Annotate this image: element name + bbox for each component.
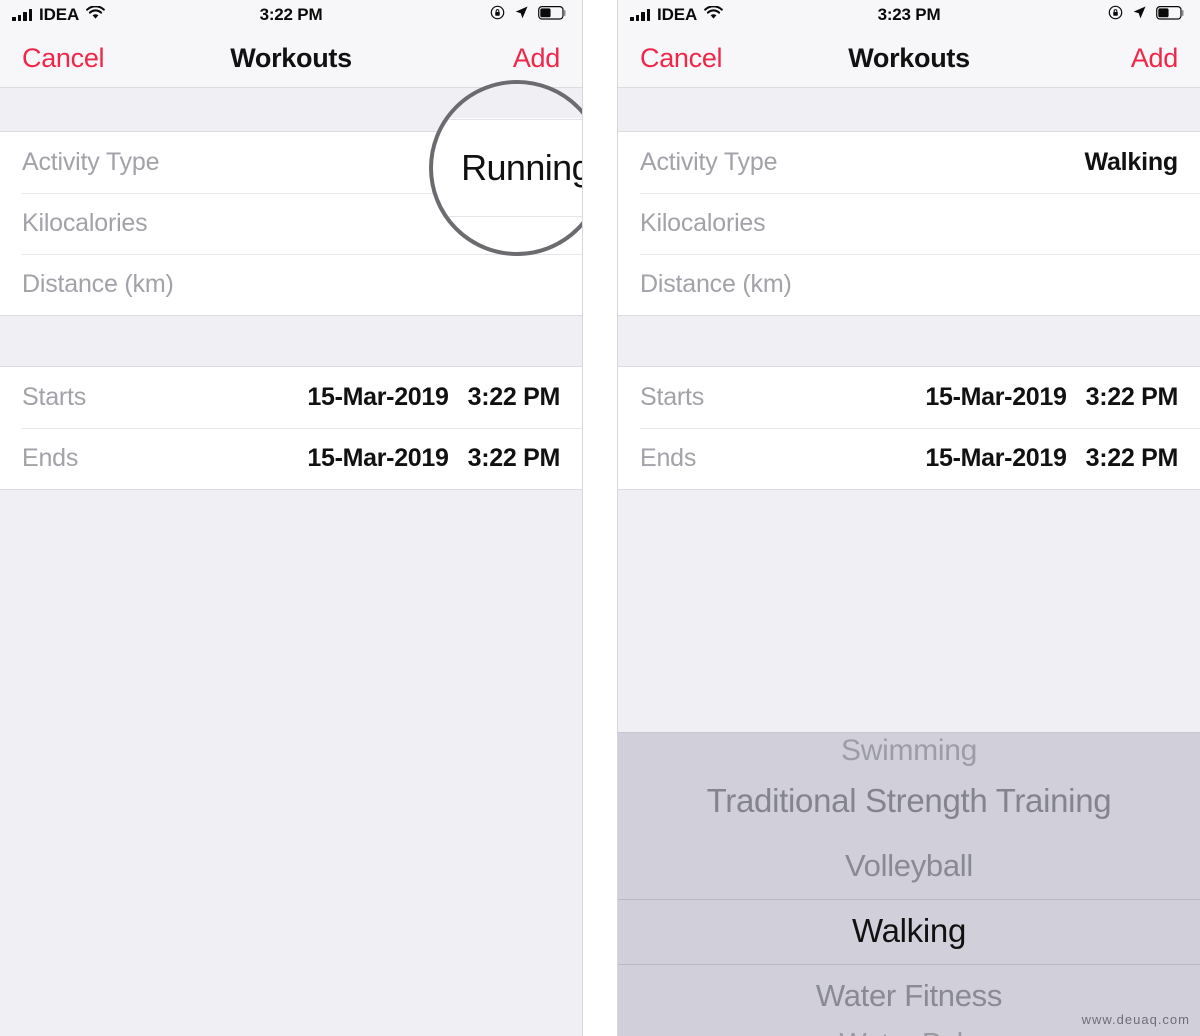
- row-starts[interactable]: Starts 15-Mar-2019 3:22 PM: [618, 367, 1200, 428]
- activity-type-picker-wheel[interactable]: Swimming Traditional Strength Training V…: [618, 732, 1200, 1036]
- row-label-distance: Distance (km): [22, 270, 174, 298]
- row-distance[interactable]: Distance (km): [618, 254, 1200, 315]
- picker-option-0[interactable]: Swimming: [618, 732, 1200, 768]
- starts-date: 15-Mar-2019: [925, 383, 1067, 411]
- dates-section: Starts 15-Mar-2019 3:22 PM Ends 15-Mar-2…: [618, 367, 1200, 489]
- row-distance[interactable]: Distance (km): [0, 254, 582, 315]
- battery-icon: [1156, 5, 1186, 25]
- rotation-lock-icon: [490, 5, 505, 25]
- empty-area-left: [0, 490, 582, 1036]
- add-button[interactable]: Add: [513, 43, 560, 74]
- row-value-ends: 15-Mar-2019 3:22 PM: [925, 444, 1178, 473]
- panel-gutter: [583, 0, 617, 1036]
- row-ends[interactable]: Ends 15-Mar-2019 3:22 PM: [0, 428, 582, 489]
- row-label-starts: Starts: [640, 383, 705, 411]
- picker-option-1[interactable]: Traditional Strength Training: [618, 768, 1200, 833]
- row-label-activity-type: Activity Type: [22, 148, 160, 176]
- loupe-text-running: Running: [461, 147, 583, 188]
- location-arrow-icon: [514, 5, 529, 25]
- row-activity-type[interactable]: Activity Type Walking: [618, 132, 1200, 193]
- status-bar-right-group-2: [1108, 5, 1186, 25]
- page-title: Workouts: [230, 43, 352, 73]
- activity-section: Activity Type Walking Kilocalories Dista…: [618, 132, 1200, 315]
- picker-selection-line-bottom: [618, 964, 1200, 965]
- screenshot-stage: IDEA 3:22 PM Cancel Workouts Add Activit…: [0, 0, 1200, 1036]
- battery-icon: [538, 5, 568, 25]
- phone-screenshot-left: IDEA 3:22 PM Cancel Workouts Add Activit…: [0, 0, 583, 1036]
- row-starts[interactable]: Starts 15-Mar-2019 3:22 PM: [0, 367, 582, 428]
- navigation-bar-right: Cancel Workouts Add: [618, 30, 1200, 88]
- picker-option-5[interactable]: Water Polo: [618, 1028, 1200, 1036]
- row-value-starts: 15-Mar-2019 3:22 PM: [925, 383, 1178, 412]
- form-body-right: Activity Type Walking Kilocalories Dista…: [618, 88, 1200, 1036]
- loupe-divider-top: [433, 119, 582, 120]
- empty-area-right: [618, 490, 1200, 732]
- section-gap-top: [618, 88, 1200, 132]
- loupe-gap-band: [433, 84, 582, 118]
- row-value-activity-type: Walking: [1084, 148, 1178, 176]
- row-label-distance: Distance (km): [640, 270, 792, 298]
- site-watermark: www.deuaq.com: [1081, 1012, 1190, 1027]
- row-value-starts: 15-Mar-2019 3:22 PM: [307, 383, 560, 412]
- status-bar-right-group: [490, 5, 568, 25]
- row-value-ends: 15-Mar-2019 3:22 PM: [307, 444, 560, 473]
- location-arrow-icon: [1132, 5, 1147, 25]
- ends-date: 15-Mar-2019: [925, 444, 1067, 472]
- add-button[interactable]: Add: [1131, 43, 1178, 74]
- status-bar-left: IDEA 3:22 PM: [0, 0, 582, 30]
- ends-time: 3:22 PM: [1085, 444, 1179, 472]
- row-kilocalories[interactable]: Kilocalories: [618, 193, 1200, 254]
- row-label-ends: Ends: [640, 444, 697, 472]
- picker-option-selected[interactable]: Walking: [618, 898, 1200, 963]
- ends-time: 3:22 PM: [467, 444, 561, 472]
- row-label-starts: Starts: [22, 383, 87, 411]
- starts-date: 15-Mar-2019: [307, 383, 449, 411]
- loupe-divider-bottom: [433, 216, 582, 217]
- page-title: Workouts: [848, 43, 970, 73]
- section-gap-middle: [0, 315, 582, 367]
- ends-date: 15-Mar-2019: [307, 444, 449, 472]
- picker-selection-line-top: [618, 899, 1200, 900]
- phone-screenshot-right: IDEA 3:23 PM Cancel Workouts Add Activit…: [617, 0, 1200, 1036]
- navigation-bar-left: Cancel Workouts Add: [0, 30, 582, 88]
- status-bar-right: IDEA 3:23 PM: [618, 0, 1200, 30]
- row-label-activity-type: Activity Type: [640, 148, 778, 176]
- row-label-ends: Ends: [22, 444, 79, 472]
- starts-time: 3:22 PM: [1085, 383, 1179, 411]
- row-label-kilocalories: Kilocalories: [22, 209, 148, 237]
- picker-option-2[interactable]: Volleyball: [618, 833, 1200, 898]
- rotation-lock-icon: [1108, 5, 1123, 25]
- dates-section: Starts 15-Mar-2019 3:22 PM Ends 15-Mar-2…: [0, 367, 582, 489]
- row-ends[interactable]: Ends 15-Mar-2019 3:22 PM: [618, 428, 1200, 489]
- starts-time: 3:22 PM: [467, 383, 561, 411]
- row-label-kilocalories: Kilocalories: [640, 209, 766, 237]
- section-gap-middle: [618, 315, 1200, 367]
